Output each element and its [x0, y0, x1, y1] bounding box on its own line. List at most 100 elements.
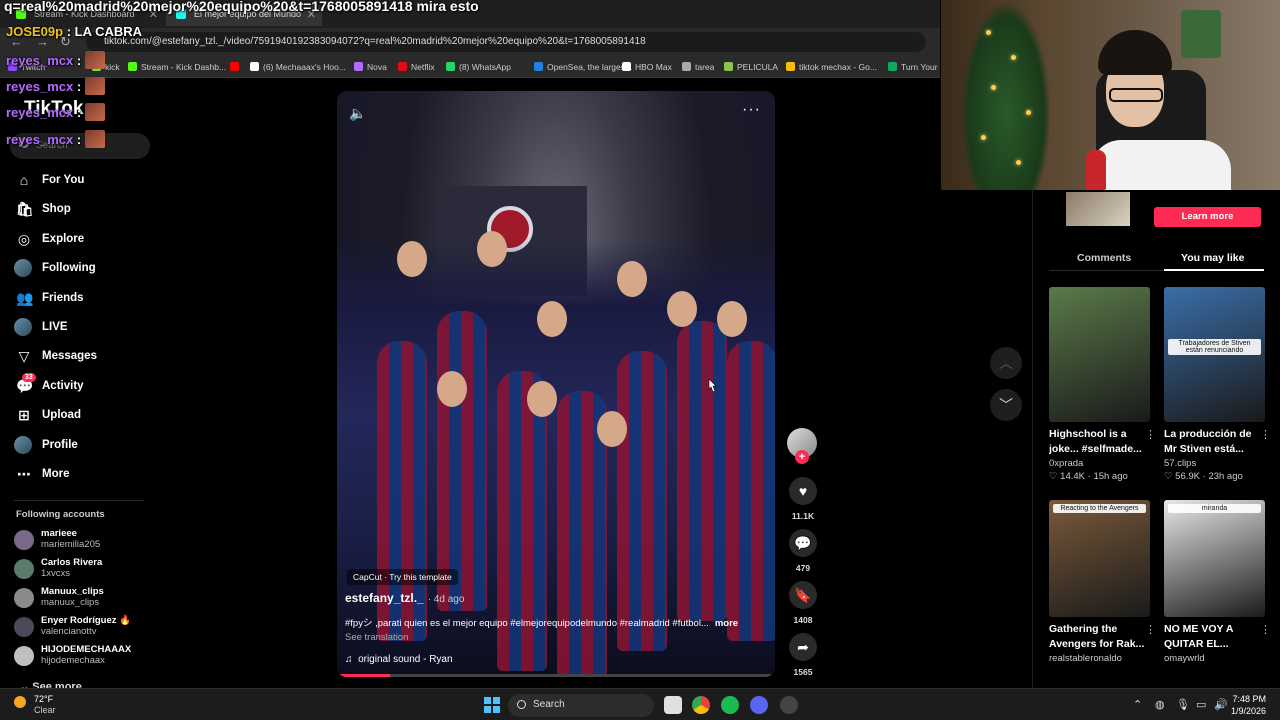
bookmark-item[interactable]: HBO Max — [622, 62, 672, 72]
learn-more-button[interactable]: Learn more — [1154, 207, 1261, 227]
save-count: 1408 — [793, 615, 813, 625]
bookmark-item[interactable]: tarea — [682, 62, 714, 72]
bookmark-item[interactable]: (8) WhatsApp — [446, 62, 511, 72]
card-likes: 56.9K — [1175, 471, 1200, 482]
chat-message: JOSE09p : LA CABRA — [6, 24, 142, 39]
card-more-icon[interactable]: ⋮ — [1260, 623, 1271, 636]
avatar — [14, 617, 34, 637]
tree-light — [1016, 160, 1021, 165]
caption-more-link[interactable]: more — [715, 618, 738, 629]
bookmark-item[interactable]: Netflix — [398, 62, 435, 72]
bookmark-item[interactable]: Stream - Kick Dashb... — [128, 62, 226, 72]
bookmark-label: (8) WhatsApp — [459, 62, 511, 72]
chrome-icon[interactable] — [692, 696, 710, 714]
sidebar-item-label: More — [42, 467, 70, 480]
following-account[interactable]: marieee mariemilia205 — [14, 528, 154, 556]
recommended-video-card[interactable]: Trabajadores de Stiven están renunciando… — [1164, 287, 1271, 482]
sidebar-item-more[interactable]: ⋯ More — [14, 460, 164, 489]
bookmarks-bar: Twitch kick Stream - Kick Dashb... (6) Mech… — [0, 56, 940, 78]
chat-username: reyes_mcx — [6, 53, 74, 68]
next-video-button[interactable]: ﹀ — [990, 389, 1022, 421]
sidebar-item-friends[interactable]: 👥 Friends — [14, 284, 164, 313]
bookmark-favicon-icon — [534, 62, 543, 71]
chat-emote-icon — [85, 77, 106, 95]
bookmark-label: tarea — [695, 62, 715, 72]
card-more-icon[interactable]: ⋮ — [1145, 428, 1156, 441]
capcut-template-link[interactable]: CapCut · Try this template — [347, 569, 458, 585]
sidebar-item-profile[interactable]: Profile — [14, 431, 164, 460]
video-progress-bar[interactable] — [337, 674, 775, 677]
follow-plus-icon[interactable]: + — [795, 450, 809, 464]
comment-button[interactable]: 💬 479 — [788, 529, 818, 573]
sidebar-item-live[interactable]: LIVE — [14, 313, 164, 342]
chat-username: reyes_mcx — [6, 132, 74, 147]
share-button[interactable]: ➦ 1565 — [788, 633, 818, 677]
recommended-video-card[interactable]: Reacting to the Avengers ⋮ Gathering the A… — [1049, 500, 1156, 664]
card-more-icon[interactable]: ⋮ — [1145, 623, 1156, 636]
bookmark-item[interactable] — [230, 62, 243, 72]
bookmark-item[interactable]: Turn Your S — [888, 62, 940, 72]
sidebar-item-messages[interactable]: ▽ Messages — [14, 342, 164, 371]
sidebar-item-upload[interactable]: ⊞ Upload — [14, 401, 164, 430]
taskbar-search[interactable]: Search — [508, 694, 654, 717]
bookmark-item[interactable]: tiktok mechax - Go... — [786, 62, 877, 72]
sidebar-item-for-you[interactable]: ⌂ For You — [14, 166, 164, 195]
following-account[interactable]: Carlos Rivera 1xvcxs — [14, 557, 154, 585]
author-name: estefany_tzl._ — [345, 591, 424, 605]
sidebar-item-label: LIVE — [42, 320, 68, 333]
player-figure — [617, 351, 667, 651]
chat-username: reyes_mcx — [6, 105, 74, 120]
weather-temp: 72°F — [34, 694, 54, 704]
sidebar-item-activity[interactable]: 💬 33 Activity — [14, 372, 164, 401]
volume-tray-icon[interactable]: 🔊 — [1214, 698, 1228, 711]
mic-tray-icon[interactable]: 🎙 — [1176, 698, 1190, 711]
recommended-video-card[interactable]: miranda ⋮ NO ME VOY A QUITAR EL... omaywrld — [1164, 500, 1271, 664]
card-more-icon[interactable]: ⋮ — [1260, 428, 1271, 441]
capcut-label: CapCut · Try this template — [353, 572, 452, 582]
more-options-icon[interactable]: ··· — [742, 101, 761, 119]
network-icon[interactable]: ◍ — [1155, 698, 1165, 711]
bookmark-item[interactable]: (6) Mechaaax's Hoo... — [250, 62, 346, 72]
system-clock[interactable]: 7:48 PM 1/9/2026 — [1231, 693, 1266, 717]
tab-comments[interactable]: Comments — [1077, 252, 1131, 264]
like-count: 11.1K — [791, 511, 815, 521]
url-input[interactable]: tiktok.com/@estefany_tzl._/video/7591940… — [86, 32, 926, 52]
like-button[interactable]: ♥ 11.1K — [788, 477, 818, 521]
christmas-tree — [961, 0, 1051, 190]
bookmark-item[interactable]: Nova — [354, 62, 387, 72]
sidebar-item-explore[interactable]: ◎ Explore — [14, 225, 164, 254]
discord-icon[interactable] — [750, 696, 768, 714]
see-translation-link[interactable]: See translation — [345, 632, 408, 643]
sidebar-item-shop[interactable]: 🛍 Shop — [14, 195, 164, 224]
spotify-icon[interactable] — [721, 696, 739, 714]
ad-thumbnail[interactable] — [1066, 192, 1130, 226]
following-account[interactable]: Enyer Rodríguez 🔥 valencianottv — [14, 615, 154, 643]
volume-icon[interactable]: 🔈 — [349, 105, 366, 122]
chat-message: reyes_mcx : — [6, 77, 106, 95]
bookmark-favicon-icon — [230, 62, 239, 71]
weather-condition: Clear — [34, 705, 56, 715]
bookmark-favicon-icon — [622, 62, 631, 71]
bookmark-favicon-icon — [354, 62, 363, 71]
card-title: NO ME VOY A QUITAR EL... — [1164, 623, 1234, 650]
bookmark-item[interactable]: PELICULA — [724, 62, 778, 72]
home-icon: ⌂ — [19, 172, 29, 188]
following-account[interactable]: Manuux_clips manuux_clips — [14, 586, 154, 614]
windows-start-icon[interactable] — [484, 697, 500, 713]
account-handle: manuux_clips — [41, 597, 100, 608]
tray-chevron-icon[interactable]: ⌃ — [1133, 698, 1142, 711]
account-handle: 1xvcxs — [41, 568, 71, 579]
video-author[interactable]: estefany_tzl._ · 4d ago — [345, 591, 464, 605]
account-handle: mariemilia205 — [41, 539, 101, 550]
tab-you-may-like[interactable]: You may like — [1181, 252, 1244, 264]
sound-link[interactable]: ♫ original sound - Ryan — [345, 654, 453, 665]
recommended-video-card[interactable]: ⋮ Highschool is a joke... #selfmade... 0xp… — [1049, 287, 1156, 482]
obs-icon[interactable] — [780, 696, 798, 714]
file-explorer-icon[interactable] — [664, 696, 682, 714]
sidebar-item-following[interactable]: Following — [14, 254, 164, 283]
previous-video-button[interactable]: ︿ — [990, 347, 1022, 379]
save-button[interactable]: 🔖 1408 — [788, 581, 818, 625]
following-account[interactable]: HIJODEMECHAAAX hijodemechaax — [14, 644, 154, 672]
bookmark-item[interactable]: OpenSea, the larges... — [534, 62, 632, 72]
display-tray-icon[interactable]: ▭ — [1196, 698, 1206, 711]
